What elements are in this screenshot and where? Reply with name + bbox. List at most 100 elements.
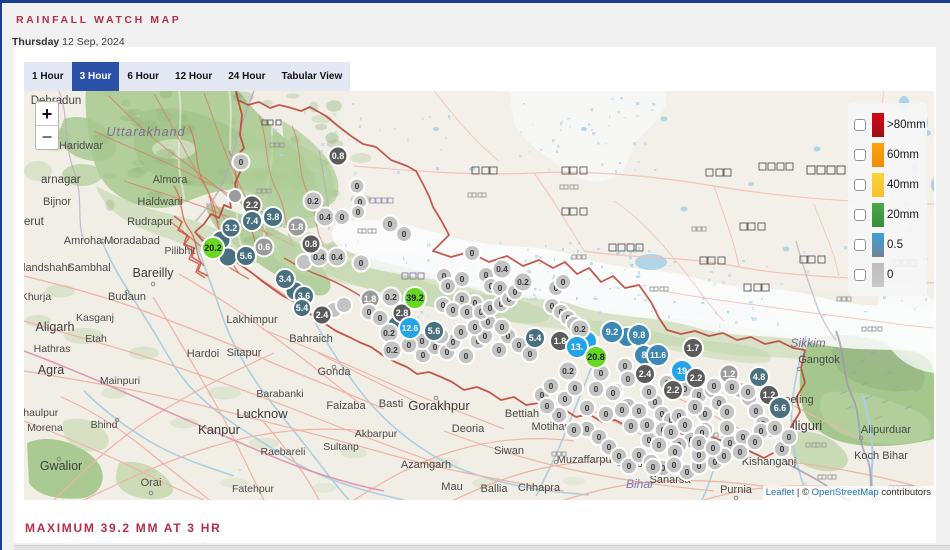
svg-text:19: 19 — [677, 366, 687, 376]
svg-text:0: 0 — [746, 387, 751, 397]
svg-text:0: 0 — [607, 442, 612, 452]
svg-text:Fatehpur: Fatehpur — [232, 483, 275, 495]
svg-text:Haldwani: Haldwani — [137, 196, 182, 208]
svg-text:Uttarakhand: Uttarakhand — [106, 125, 185, 139]
svg-text:9.2: 9.2 — [606, 327, 619, 337]
svg-text:0: 0 — [483, 331, 488, 341]
svg-text:20.2: 20.2 — [204, 243, 222, 253]
svg-text:20.8: 20.8 — [587, 352, 605, 362]
svg-text:12.6: 12.6 — [402, 323, 419, 333]
svg-text:0: 0 — [446, 281, 451, 291]
svg-text:0: 0 — [657, 440, 662, 450]
svg-text:Kasganj: Kasganj — [76, 312, 114, 324]
svg-text:0: 0 — [459, 327, 464, 337]
svg-text:4.8: 4.8 — [753, 372, 766, 382]
svg-text:Bettiah: Bettiah — [505, 408, 539, 420]
svg-text:0: 0 — [617, 451, 622, 461]
svg-text:0: 0 — [627, 461, 632, 471]
svg-text:0: 0 — [787, 432, 792, 442]
svg-text:0: 0 — [597, 432, 602, 442]
svg-text:landshahr: landshahr — [24, 262, 72, 274]
svg-text:0: 0 — [420, 336, 425, 346]
svg-text:erut: erut — [24, 216, 45, 228]
svg-text:5.4: 5.4 — [296, 303, 309, 313]
svg-text:0: 0 — [470, 248, 475, 258]
svg-text:Deoria: Deoria — [452, 423, 485, 435]
svg-text:0: 0 — [585, 403, 590, 413]
svg-text:0: 0 — [517, 340, 522, 350]
svg-text:Sultanp: Sultanp — [323, 441, 359, 453]
svg-text:0.4: 0.4 — [331, 252, 343, 262]
svg-text:0: 0 — [669, 427, 674, 437]
svg-text:0.6: 0.6 — [258, 242, 271, 252]
svg-text:0: 0 — [753, 437, 758, 447]
svg-text:Morena: Morena — [27, 422, 63, 434]
svg-text:0.2: 0.2 — [307, 196, 319, 206]
svg-text:Bijnor: Bijnor — [43, 196, 71, 208]
svg-text:6.6: 6.6 — [774, 403, 787, 413]
svg-text:1.7: 1.7 — [687, 343, 700, 353]
svg-text:Rudrapur: Rudrapur — [127, 216, 173, 228]
svg-text:Aligarh: Aligarh — [36, 320, 75, 334]
svg-text:0: 0 — [451, 305, 456, 315]
svg-text:Khurja: Khurja — [24, 291, 51, 303]
svg-text:Koch Bihar: Koch Bihar — [854, 450, 908, 462]
svg-text:0: 0 — [741, 432, 746, 442]
svg-text:Bahraich: Bahraich — [289, 333, 332, 345]
svg-text:0.2: 0.2 — [517, 277, 529, 287]
svg-text:0: 0 — [585, 424, 590, 434]
svg-text:3.2: 3.2 — [225, 223, 238, 233]
svg-text:0: 0 — [465, 307, 470, 317]
svg-text:0: 0 — [611, 388, 616, 398]
svg-text:Akbarpur: Akbarpur — [355, 428, 398, 440]
svg-text:0: 0 — [388, 219, 393, 229]
svg-text:5.6: 5.6 — [240, 251, 253, 261]
svg-text:0: 0 — [725, 423, 730, 433]
svg-text:1.2: 1.2 — [723, 369, 736, 379]
svg-text:Bhind: Bhind — [91, 419, 118, 431]
svg-text:0.2: 0.2 — [386, 345, 398, 355]
svg-text:0: 0 — [623, 361, 628, 371]
svg-text:0: 0 — [473, 322, 478, 332]
svg-text:0: 0 — [572, 425, 577, 435]
svg-text:Lakhimpur: Lakhimpur — [226, 314, 278, 326]
svg-text:0: 0 — [528, 349, 533, 359]
svg-text:0: 0 — [620, 405, 625, 415]
svg-text:0: 0 — [407, 340, 412, 350]
svg-text:0.8: 0.8 — [305, 239, 318, 249]
svg-text:0: 0 — [626, 374, 631, 384]
svg-text:0: 0 — [239, 157, 244, 167]
svg-text:0.4: 0.4 — [319, 212, 331, 222]
svg-text:0: 0 — [594, 384, 599, 394]
svg-text:0: 0 — [561, 277, 566, 287]
svg-text:Gorakhpur: Gorakhpur — [408, 398, 470, 413]
svg-text:0: 0 — [359, 258, 364, 268]
svg-text:3.8: 3.8 — [267, 212, 280, 222]
svg-text:0: 0 — [356, 207, 361, 217]
svg-text:2.2: 2.2 — [690, 373, 703, 383]
svg-text:0: 0 — [722, 451, 727, 461]
svg-text:0: 0 — [340, 212, 345, 222]
svg-text:Sambhal: Sambhal — [67, 262, 110, 274]
svg-text:0.2: 0.2 — [574, 324, 586, 334]
svg-text:0: 0 — [498, 283, 503, 293]
svg-text:0: 0 — [683, 420, 688, 430]
svg-text:0: 0 — [780, 444, 785, 454]
svg-text:0: 0 — [421, 350, 426, 360]
svg-text:Mainpuri: Mainpuri — [100, 375, 140, 387]
svg-text:2.2: 2.2 — [246, 200, 259, 210]
svg-text:0: 0 — [645, 420, 650, 430]
svg-text:5.6: 5.6 — [428, 326, 441, 336]
svg-text:Chhapra: Chhapra — [518, 482, 561, 494]
svg-text:0: 0 — [773, 423, 778, 433]
svg-text:5.4: 5.4 — [529, 333, 542, 343]
svg-text:0: 0 — [604, 409, 609, 419]
svg-text:9.8: 9.8 — [633, 330, 646, 340]
svg-text:Hathras: Hathras — [34, 343, 71, 355]
svg-text:0.4: 0.4 — [496, 264, 508, 274]
svg-text:Barabanki: Barabanki — [256, 388, 303, 400]
svg-text:0.2: 0.2 — [562, 366, 574, 376]
svg-text:0: 0 — [629, 421, 634, 431]
svg-text:0: 0 — [545, 401, 550, 411]
svg-text:7.4: 7.4 — [246, 216, 259, 226]
